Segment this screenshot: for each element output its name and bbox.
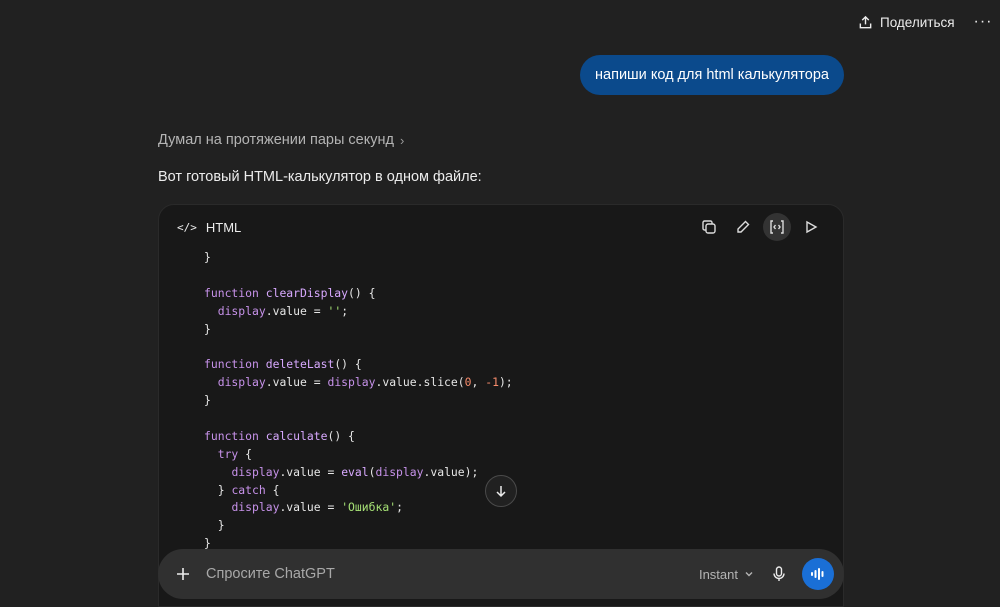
top-bar: Поделиться ··· [0, 0, 1000, 44]
share-button[interactable]: Поделиться [852, 10, 961, 34]
voice-mode-button[interactable] [802, 558, 834, 590]
user-message-bubble: напиши код для html калькулятора [580, 55, 844, 95]
code-line: try { [217, 446, 253, 461]
code-language-label: HTML [205, 219, 242, 235]
edit-icon [737, 220, 750, 233]
code-icon: </> [177, 220, 197, 234]
code-line: } [204, 393, 211, 408]
message-composer: Instant [158, 549, 844, 599]
plus-icon [177, 568, 189, 580]
user-message-text: напиши код для html калькулятора [595, 67, 829, 83]
code-block: </> HTML} function clearDisplay() {dis… [158, 204, 844, 607]
model-selector[interactable]: Instant [699, 567, 754, 582]
more-icon: ··· [973, 13, 993, 30]
edit-button[interactable] [729, 213, 757, 241]
share-label: Поделиться [880, 14, 955, 30]
copy-button[interactable] [695, 213, 723, 241]
thought-label: Думал на протяжении пары секунд [158, 132, 394, 148]
prompt-input[interactable] [206, 566, 699, 582]
run-button[interactable] [797, 213, 825, 241]
chevron-down-icon [745, 572, 753, 577]
voice-waveform-icon [811, 568, 824, 580]
thought-summary[interactable]: Думал на протяжении пары секунд › [158, 132, 404, 148]
code-line: display.value = ''; [217, 303, 349, 318]
assistant-intro-text: Вот готовый HTML-калькулятор в одном фай… [158, 169, 482, 185]
code-line: } [204, 518, 225, 533]
run-icon [806, 220, 818, 234]
arrow-down-icon [496, 486, 506, 498]
more-options-button[interactable]: ··· [970, 10, 996, 34]
code-line: display.value = eval(display.value); [231, 464, 479, 479]
code-view-icon [770, 220, 784, 234]
code-line: } [204, 250, 211, 264]
code-content: } function clearDisplay() { display.valu… [159, 249, 843, 553]
code-line: function calculate() { [204, 428, 355, 443]
microphone-icon [773, 566, 785, 581]
code-line: } catch { [204, 482, 280, 497]
code-line: } [204, 321, 211, 336]
code-actions [695, 213, 825, 241]
code-line: function deleteLast() { [204, 357, 362, 372]
code-language: </> HTML [177, 220, 241, 235]
scroll-to-bottom-button[interactable] [485, 475, 517, 507]
code-line: function clearDisplay() { [204, 285, 376, 300]
share-icon [859, 15, 872, 28]
code-block-header: </> HTML [159, 205, 843, 249]
model-label: Instant [698, 566, 738, 582]
code-line: display.value = 'Ошибка'; [231, 500, 403, 515]
add-attachment-button[interactable] [174, 565, 192, 583]
chevron-right-icon: › [399, 132, 405, 148]
code-line: display.value = display.value.slice(0, -… [217, 375, 513, 390]
code-view-button[interactable] [763, 213, 791, 241]
copy-icon [702, 220, 716, 234]
dictate-button[interactable] [768, 563, 790, 585]
